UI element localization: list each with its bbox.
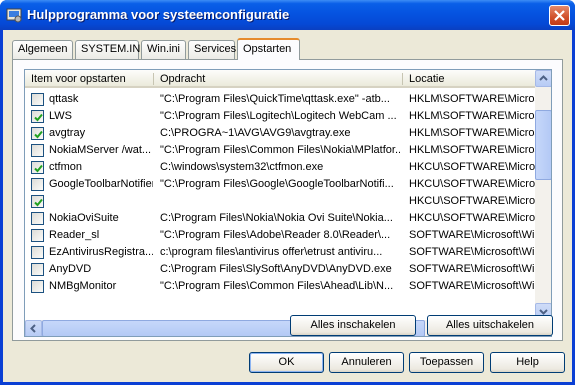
help-button[interactable]: Help: [490, 352, 565, 373]
startup-item-checkbox[interactable]: [31, 263, 44, 276]
list-item[interactable]: NokiaOviSuite C:\Program Files\Nokia\Noki…: [25, 210, 535, 227]
startup-item-name: NokiaMServer /wat...: [49, 144, 152, 156]
startup-item-checkbox[interactable]: [31, 246, 44, 259]
startup-item-command: C:\windows\system32\ctfmon.exe: [160, 161, 324, 173]
startup-item-location: HKLM\SOFTWARE\Microsof: [409, 93, 535, 105]
close-button[interactable]: [549, 5, 570, 26]
tab-opstarten[interactable]: Opstarten: [237, 38, 300, 60]
list-item[interactable]: NMBgMonitor "C:\Program Files\Common File…: [25, 278, 535, 295]
startup-item-name: AnyDVD: [49, 263, 92, 275]
scroll-up-button[interactable]: [535, 70, 551, 87]
startup-item-checkbox[interactable]: [31, 280, 44, 293]
startup-item-location: HKCU\SOFTWARE\Microsof: [409, 195, 535, 207]
startup-item-command: "C:\Program Files\Google\GoogleToolbarNo…: [160, 178, 394, 190]
startup-item-name: Reader_sl: [49, 229, 100, 241]
startup-item-command: "C:\Program Files\Logitech\Logitech WebC…: [160, 110, 397, 122]
vertical-scrollbar[interactable]: [535, 70, 551, 320]
startup-item-name: avgtray: [49, 127, 86, 139]
startup-item-checkbox[interactable]: [31, 178, 44, 191]
startup-item-name: qttask: [49, 93, 79, 105]
startup-item-name: NMBgMonitor: [49, 280, 117, 292]
startup-item-location: SOFTWARE\Microsoft\Wind: [409, 263, 535, 275]
startup-item-location: HKLM\SOFTWARE\Microsof: [409, 127, 535, 139]
disable-all-button[interactable]: Alles uitschakelen: [427, 315, 553, 336]
chevron-up-icon: [539, 75, 548, 81]
startup-item-location: SOFTWARE\Microsoft\Wind: [409, 229, 535, 241]
startup-item-checkbox[interactable]: [31, 127, 44, 140]
startup-item-command: c:\program files\antivirus offer\etrust …: [160, 246, 383, 258]
startup-item-checkbox[interactable]: [31, 110, 44, 123]
startup-item-location: HKCU\SOFTWARE\Microsof: [409, 212, 535, 224]
list-item[interactable]: qttask "C:\Program Files\QuickTime\qttask…: [25, 91, 535, 108]
apply-button[interactable]: Toepassen: [409, 352, 484, 373]
startup-item-location: SOFTWARE\Microsoft\Wind: [409, 280, 535, 292]
startup-item-name: NokiaOviSuite: [49, 212, 119, 224]
list-item[interactable]: LWS "C:\Program Files\Logitech\Logitech W…: [25, 108, 535, 125]
startup-item-checkbox[interactable]: [31, 195, 44, 208]
startup-item-name: EzAntivirusRegistra...: [49, 246, 153, 258]
list-item[interactable]: NokiaMServer /wat... "C:\Program Files\Co…: [25, 142, 535, 159]
startup-item-command: C:\Program Files\Nokia\Nokia Ovi Suite\N…: [160, 212, 393, 224]
startup-item-name: ctfmon: [49, 161, 83, 173]
startup-item-command: "C:\Program Files\Adobe\Reader 8.0\Reade…: [160, 229, 391, 241]
startup-item-checkbox[interactable]: [31, 161, 44, 174]
checkmark-icon: [34, 130, 43, 139]
list-header: Item voor opstarten Opdracht Locatie: [25, 70, 535, 88]
column-header-command[interactable]: Opdracht: [154, 70, 402, 88]
startup-item-checkbox[interactable]: [31, 229, 44, 242]
list-item[interactable]: avgtray C:\PROGRA~1\AVG\AVG9\avgtray.exe H…: [25, 125, 535, 142]
checkmark-icon: [34, 198, 43, 207]
tab-panel: Item voor opstarten Opdracht Locatie qtt…: [12, 59, 563, 341]
cancel-button[interactable]: Annuleren: [329, 352, 404, 373]
window: Hulpprogramma voor systeemconfiguratie A…: [0, 0, 575, 385]
startup-item-name: LWS: [49, 110, 73, 122]
enable-all-button[interactable]: Alles inschakelen: [290, 315, 416, 336]
column-header-location[interactable]: Locatie: [403, 70, 535, 88]
scroll-left-button[interactable]: [25, 320, 42, 336]
list-item[interactable]: Reader_sl "C:\Program Files\Adobe\Reader …: [25, 227, 535, 244]
startup-item-name: GoogleToolbarNotifier: [49, 178, 153, 190]
startup-item-command: "C:\Program Files\QuickTime\qttask.exe" …: [160, 93, 390, 105]
startup-item-command: "C:\Program Files\Common Files\Ahead\Lib…: [160, 280, 394, 292]
startup-item-command: C:\PROGRA~1\AVG\AVG9\avgtray.exe: [160, 127, 351, 139]
vertical-scroll-thumb[interactable]: [535, 110, 551, 180]
startup-item-checkbox[interactable]: [31, 144, 44, 157]
startup-item-location: SOFTWARE\Microsoft\Wind: [409, 246, 535, 258]
startup-item-command: C:\Program Files\SlySoft\AnyDVD\AnyDVD.e…: [160, 263, 392, 275]
startup-list[interactable]: Item voor opstarten Opdracht Locatie qtt…: [24, 69, 552, 337]
ok-button[interactable]: OK: [249, 352, 324, 373]
window-title: Hulpprogramma voor systeemconfiguratie: [27, 7, 290, 22]
startup-item-checkbox[interactable]: [31, 212, 44, 225]
startup-item-location: HKLM\SOFTWARE\Microsof: [409, 144, 535, 156]
close-icon: [554, 10, 565, 21]
list-body: qttask "C:\Program Files\QuickTime\qttask…: [25, 91, 535, 295]
dialog-client-area: Algemeen SYSTEM.INI Win.ini Services Ops…: [3, 30, 572, 382]
list-item[interactable]: AnyDVD C:\Program Files\SlySoft\AnyDVD\An…: [25, 261, 535, 278]
list-item[interactable]: GoogleToolbarNotifier "C:\Program Files\G…: [25, 176, 535, 193]
title-bar[interactable]: Hulpprogramma voor systeemconfiguratie: [0, 0, 575, 30]
startup-item-location: HKCU\SOFTWARE\Microsof: [409, 161, 535, 173]
startup-item-command: "C:\Program Files\Common Files\Nokia\MPl…: [160, 144, 400, 156]
startup-item-location: HKLM\SOFTWARE\Microsof: [409, 110, 535, 122]
checkmark-icon: [34, 164, 43, 173]
tab-services[interactable]: Services: [188, 40, 236, 59]
startup-item-checkbox[interactable]: [31, 93, 44, 106]
list-item[interactable]: ctfmon C:\windows\system32\ctfmon.exe HKCU…: [25, 159, 535, 176]
startup-item-name: [49, 193, 153, 210]
startup-item-location: HKCU\SOFTWARE\Microsof: [409, 178, 535, 190]
chevron-left-icon: [30, 324, 36, 333]
system-config-icon: [6, 7, 22, 23]
tab-win-ini[interactable]: Win.ini: [141, 40, 186, 59]
startup-item-command: [160, 193, 400, 210]
list-item[interactable]: EzAntivirusRegistra... c:\program files\a…: [25, 244, 535, 261]
checkmark-icon: [34, 113, 43, 122]
column-header-item[interactable]: Item voor opstarten: [25, 70, 153, 88]
list-item[interactable]: HKCU\SOFTWARE\Microsof: [25, 193, 535, 210]
tab-algemeen[interactable]: Algemeen: [12, 40, 73, 59]
tab-system-ini[interactable]: SYSTEM.INI: [75, 40, 143, 59]
